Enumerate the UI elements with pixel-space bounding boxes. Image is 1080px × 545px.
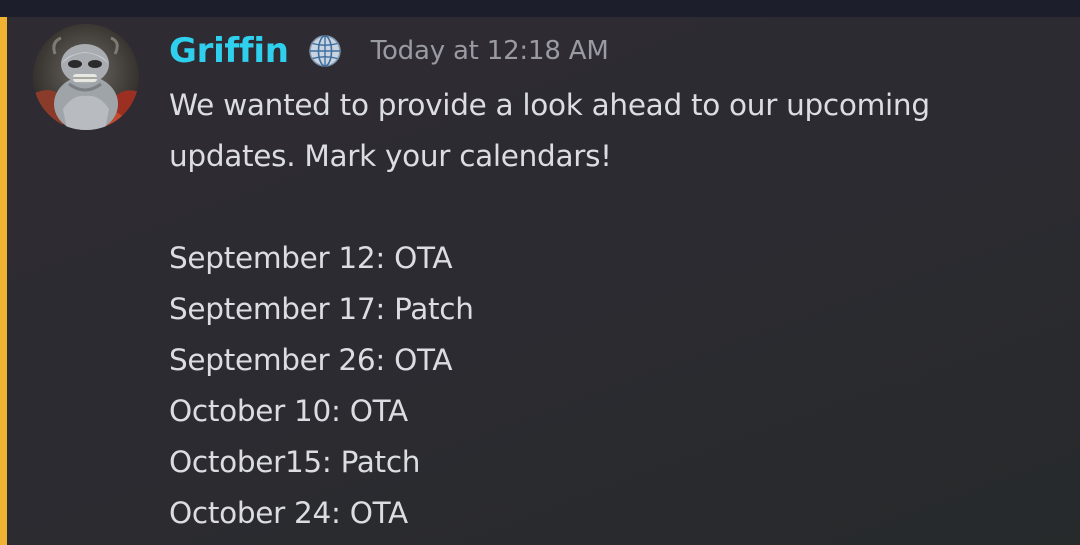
globe-icon[interactable] bbox=[307, 33, 343, 69]
schedule-line: September 12: OTA bbox=[169, 241, 453, 275]
schedule-line: October 10: OTA bbox=[169, 394, 408, 428]
schedule-line: September 17: Patch bbox=[169, 292, 474, 326]
message-header: Griffin Today at 12:18 AM bbox=[169, 28, 609, 74]
top-edge-strip bbox=[0, 0, 1080, 17]
message-line: updates. Mark your calendars! bbox=[169, 139, 612, 173]
author-name[interactable]: Griffin bbox=[169, 31, 289, 71]
schedule-line: October15: Patch bbox=[169, 445, 421, 479]
schedule-line: September 26: OTA bbox=[169, 343, 453, 377]
avatar[interactable] bbox=[33, 24, 139, 130]
message-timestamp[interactable]: Today at 12:18 AM bbox=[371, 36, 609, 66]
creature-avatar-icon bbox=[33, 24, 139, 130]
schedule-line: October 24: OTA bbox=[169, 496, 408, 530]
mention-highlight-bar bbox=[0, 17, 7, 545]
chat-message-view: Griffin Today at 12:18 AM We wanted to p… bbox=[0, 0, 1080, 545]
message-line: We wanted to provide a look ahead to our… bbox=[169, 88, 930, 122]
message-content: We wanted to provide a look ahead to our… bbox=[169, 80, 1049, 539]
